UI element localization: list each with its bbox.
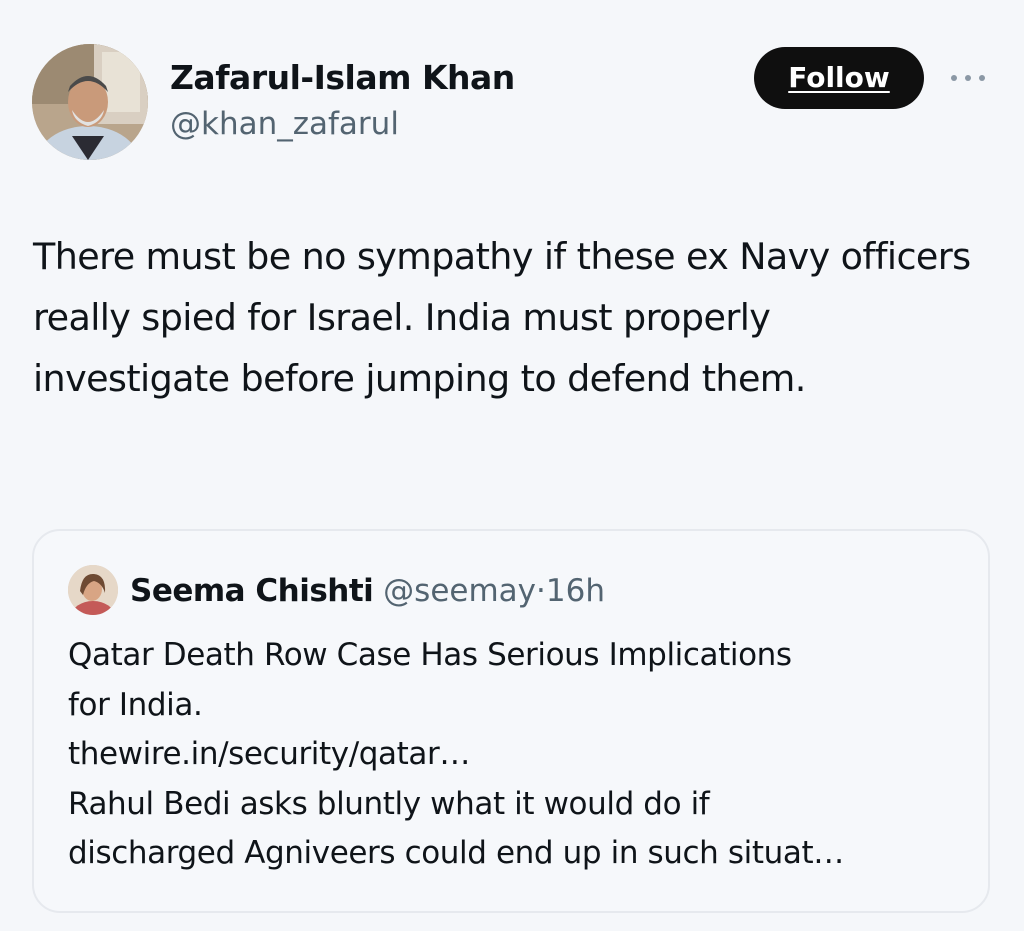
follow-button[interactable]: Follow <box>754 47 924 109</box>
author-handle[interactable]: @khan_zafarul <box>170 104 515 144</box>
quote-header: Seema Chishti @seemay·16h <box>130 569 605 613</box>
quote-line: for India. <box>68 686 203 723</box>
ellipsis-icon[interactable] <box>948 68 988 88</box>
quote-line: discharged Agniveers could end up in suc… <box>68 835 844 871</box>
author-name[interactable]: Zafarul-Islam Khan <box>170 58 515 98</box>
profile-photo-icon <box>32 44 148 160</box>
tweet-text: There must be no sympathy if these ex Na… <box>33 235 971 400</box>
separator-dot: · <box>536 573 546 609</box>
author-info[interactable]: Zafarul-Islam Khan @khan_zafarul <box>170 58 515 144</box>
quoted-tweet-card[interactable]: Seema Chishti @seemay·16h Qatar Death Ro… <box>32 529 990 913</box>
profile-photo-icon <box>68 565 118 615</box>
quote-author-handle[interactable]: @seemay <box>383 573 536 609</box>
quote-timestamp[interactable]: 16h <box>546 573 605 609</box>
quote-line: Qatar Death Row Case Has Serious Implica… <box>68 637 792 673</box>
author-avatar[interactable] <box>32 44 148 160</box>
quote-author-name[interactable]: Seema Chishti <box>130 573 374 609</box>
quote-link[interactable]: thewire.in/security/qatar… <box>68 730 968 780</box>
quote-author-avatar[interactable] <box>68 565 118 615</box>
quote-line: Rahul Bedi asks bluntly what it would do… <box>68 785 710 822</box>
quote-text: Qatar Death Row Case Has Serious Implica… <box>68 631 968 879</box>
tweet-view: Zafarul-Islam Khan @khan_zafarul Follow … <box>0 0 1024 931</box>
